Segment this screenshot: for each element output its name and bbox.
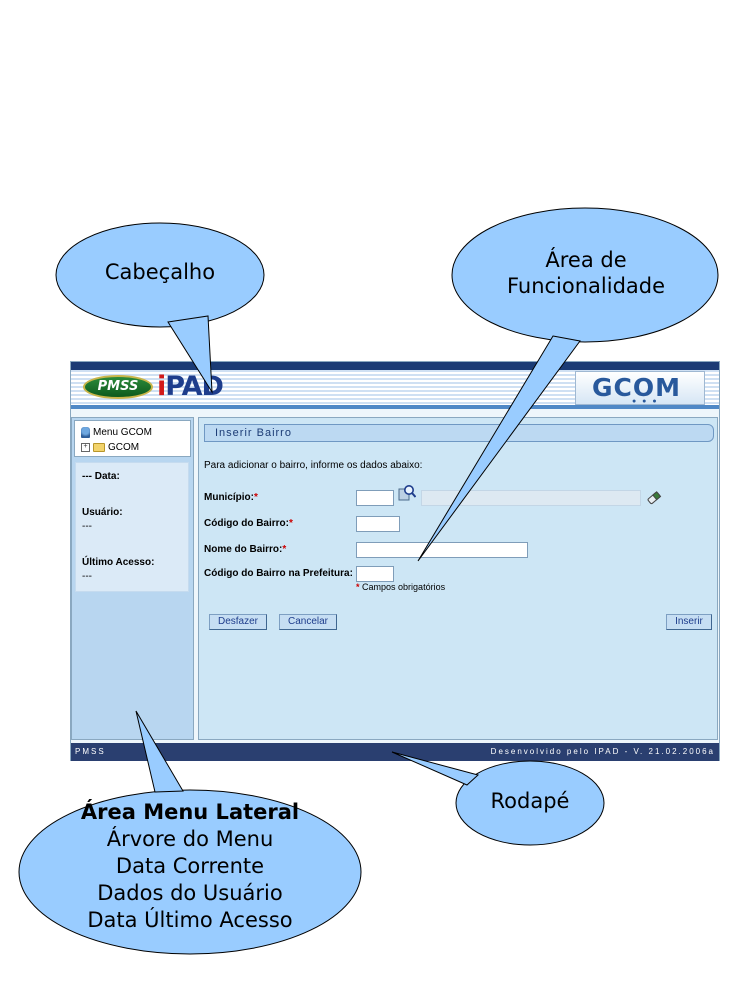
tree-root-item[interactable]: Menu GCOM xyxy=(81,425,152,439)
tree-folder-gcom[interactable]: + GCOM xyxy=(81,440,139,454)
footer-left-text: PMSS xyxy=(75,747,106,756)
function-area: Inserir Bairro Para adicionar o bairro, … xyxy=(198,417,718,740)
municipio-code-input[interactable] xyxy=(356,490,394,506)
user-label: Usuário: xyxy=(82,507,123,518)
codigo-bairro-label: Código do Bairro:* xyxy=(204,518,293,529)
sidebar-callout-label: Área Menu Lateral Árvore do Menu Data Co… xyxy=(80,800,300,932)
nome-bairro-label: Nome do Bairro:* xyxy=(204,544,287,555)
user-info-panel: --- Data: Usuário: --- Último Acesso: --… xyxy=(75,462,189,592)
required-fields-note: * Campos obrigatórios xyxy=(356,582,446,592)
panel-title: Inserir Bairro xyxy=(204,424,714,442)
pmss-logo: PMSS xyxy=(83,375,153,399)
page-footer: PMSS Desenvolvido pelo IPAD - V. 21.02.2… xyxy=(71,743,719,761)
sidebar-menu-area: Menu GCOM + GCOM --- Data: Usuário: --- … xyxy=(71,417,194,740)
footer-callout-label: Rodapé xyxy=(490,789,570,813)
page-header: PMSS iPAD GCOM ● ● ● xyxy=(71,362,719,409)
folder-icon xyxy=(93,442,105,452)
nome-bairro-input[interactable] xyxy=(356,542,528,558)
codigo-prefeitura-input[interactable] xyxy=(356,566,394,582)
tree-folder-label: GCOM xyxy=(108,441,140,453)
ipad-logo: iPAD xyxy=(157,371,224,402)
header-callout-label: Cabeçalho xyxy=(104,260,216,284)
menu-tree: Menu GCOM + GCOM xyxy=(74,420,191,457)
intro-text: Para adicionar o bairro, informe os dado… xyxy=(204,460,423,471)
function-area-callout-label: Área de Funcionalidade xyxy=(506,248,666,298)
last-access-value: --- xyxy=(82,571,92,582)
application-window: PMSS iPAD GCOM ● ● ● Menu GCOM + GCOM --… xyxy=(70,361,720,761)
municipio-label: Município:* xyxy=(204,492,258,503)
gcom-logo: GCOM ● ● ● xyxy=(575,371,705,405)
expand-plus-icon[interactable]: + xyxy=(81,442,90,452)
tree-root-label: Menu GCOM xyxy=(93,426,152,438)
codigo-bairro-input[interactable] xyxy=(356,516,400,532)
last-access-label: Último Acesso: xyxy=(82,557,155,568)
insert-button[interactable]: Inserir xyxy=(666,614,712,630)
header-top-bar xyxy=(71,362,719,370)
header-bottom-bar xyxy=(71,405,719,409)
cancel-button[interactable]: Cancelar xyxy=(279,614,337,630)
undo-button[interactable]: Desfazer xyxy=(209,614,267,630)
current-date-label: --- Data: xyxy=(82,471,120,482)
menu-tree-icon xyxy=(81,426,90,438)
footer-version-text: Desenvolvido pelo IPAD - V. 21.02.2006a xyxy=(490,747,715,756)
municipio-name-display xyxy=(421,490,641,506)
search-icon[interactable] xyxy=(398,484,416,502)
codigo-prefeitura-label: Código do Bairro na Prefeitura: xyxy=(204,568,353,579)
user-value: --- xyxy=(82,521,92,532)
eraser-icon[interactable] xyxy=(646,490,662,506)
